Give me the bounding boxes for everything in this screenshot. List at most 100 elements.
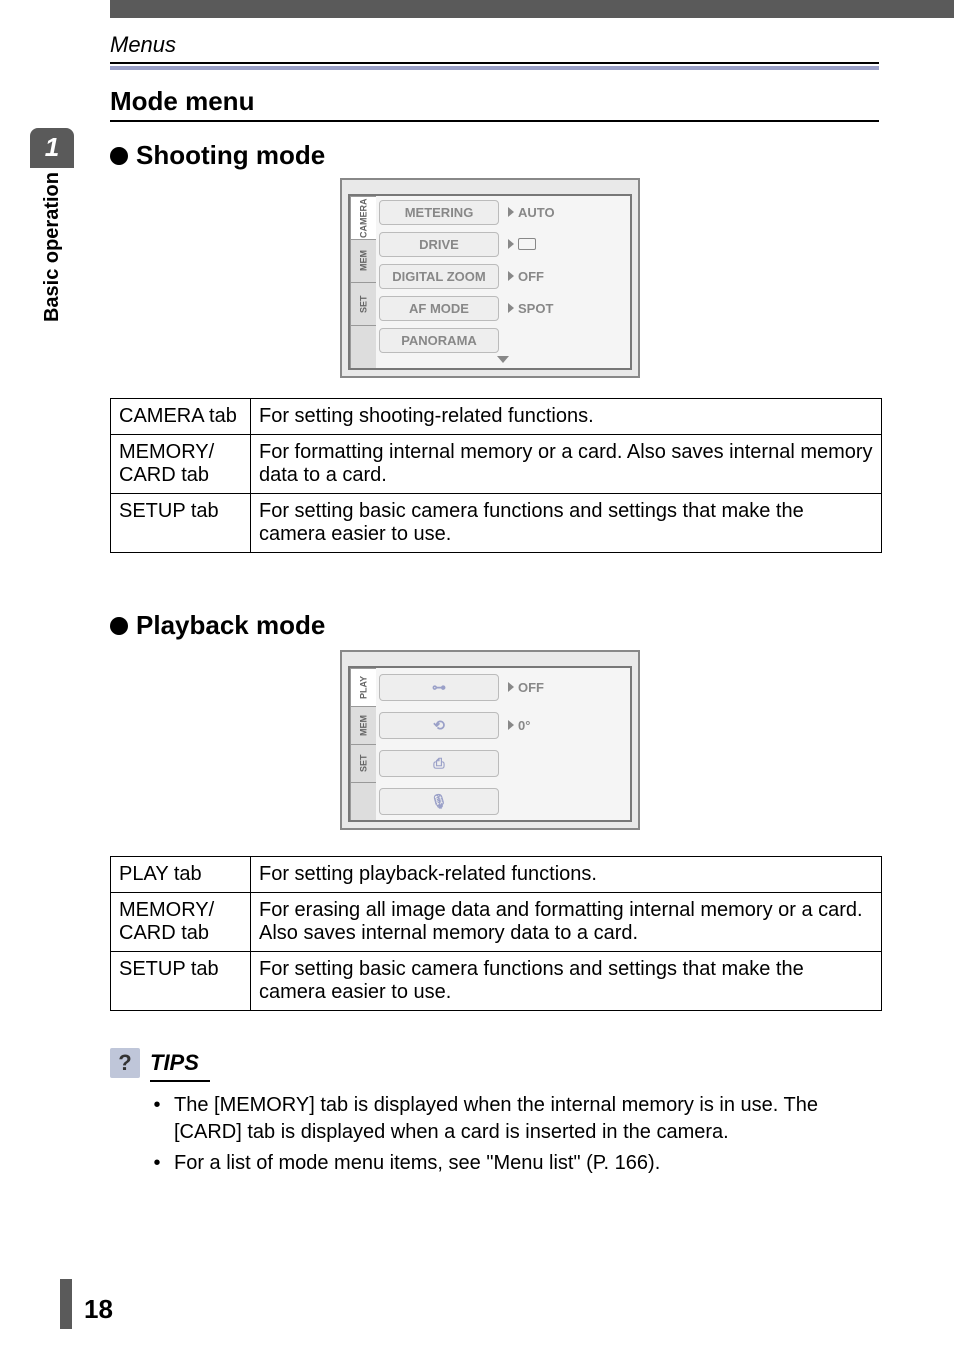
menu-row-af-mode: AF MODE SPOT (378, 292, 628, 324)
chevron-right-icon (508, 720, 514, 730)
playback-mode-rows: ⊶ OFF ⟲ 0° ⎙ 🎙 (376, 668, 630, 820)
page-title: Mode menu (110, 86, 254, 117)
table-desc: For setting shooting-related functions. (251, 399, 882, 435)
playback-mode-tabs: PLAY MEM SET (350, 668, 376, 820)
accent-bar (110, 66, 879, 70)
list-item-text: For a list of mode menu items, see "Menu… (174, 1150, 660, 1177)
table-row: SETUP tab For setting basic camera funct… (111, 494, 882, 553)
menu-row-voice: 🎙 (378, 782, 628, 820)
tips-heading: ? TIPS (110, 1048, 199, 1078)
shooting-tab-set: SET (350, 282, 376, 325)
table-key: MEMORY/ CARD tab (111, 893, 251, 952)
playback-mode-menu: PLAY MEM SET ⊶ OFF ⟲ 0° ⎙ 🎙 (340, 650, 640, 830)
scroll-down-indicator (378, 356, 628, 368)
menu-row-panorama: PANORAMA (378, 324, 628, 356)
heading-shooting-mode-text: Shooting mode (136, 140, 325, 171)
print-order-icon: ⎙ (433, 755, 444, 771)
section-header-rule (110, 62, 879, 64)
single-frame-icon (518, 238, 536, 250)
table-key: MEMORY/ CARD tab (111, 435, 251, 494)
protect-icon: ⊶ (432, 679, 446, 695)
page-number: 18 (84, 1294, 113, 1325)
table-desc: For setting basic camera functions and s… (251, 494, 882, 553)
heading-playback-mode: Playback mode (110, 610, 325, 641)
playback-tab-set: SET (350, 744, 376, 782)
table-desc: For setting basic camera functions and s… (251, 952, 882, 1011)
menu-value: 0° (500, 718, 628, 733)
menu-icon-label: ⊶ (379, 674, 499, 701)
playback-tab-mem: MEM (350, 706, 376, 744)
menu-icon-label: 🎙 (379, 788, 499, 815)
list-item: • For a list of mode menu items, see "Me… (150, 1150, 879, 1177)
menu-row-rotate: ⟲ 0° (378, 706, 628, 744)
top-bar (0, 0, 954, 18)
chevron-down-icon (497, 356, 509, 363)
menu-icon-label: ⎙ (379, 750, 499, 777)
menu-label: METERING (379, 200, 499, 225)
table-key: SETUP tab (111, 494, 251, 553)
bullet-icon (110, 617, 128, 635)
tips-underline (150, 1080, 210, 1082)
table-desc: For erasing all image data and formattin… (251, 893, 882, 952)
page-number-bar (60, 1279, 72, 1329)
list-item: • The [MEMORY] tab is displayed when the… (150, 1092, 879, 1146)
menu-label: DIGITAL ZOOM (379, 264, 499, 289)
playback-mode-table: PLAY tab For setting playback-related fu… (110, 856, 882, 1011)
chapter-side-tab: 1 Basic operation (30, 128, 74, 330)
top-bar-notch (0, 0, 110, 18)
menu-row-metering: METERING AUTO (378, 196, 628, 228)
menu-row-drive: DRIVE (378, 228, 628, 260)
menu-value: SPOT (500, 301, 628, 316)
bullet-icon (110, 147, 128, 165)
menu-row-protect: ⊶ OFF (378, 668, 628, 706)
table-row: CAMERA tab For setting shooting-related … (111, 399, 882, 435)
shooting-mode-table: CAMERA tab For setting shooting-related … (110, 398, 882, 553)
shooting-tab-camera: CAMERA (350, 196, 376, 239)
heading-playback-mode-text: Playback mode (136, 610, 325, 641)
shooting-mode-tabs: CAMERA MEM SET (350, 196, 376, 368)
shooting-tab-mem: MEM (350, 239, 376, 282)
table-row: MEMORY/ CARD tab For formatting internal… (111, 435, 882, 494)
menu-value (500, 238, 628, 250)
chevron-right-icon (508, 239, 514, 249)
table-key: CAMERA tab (111, 399, 251, 435)
chevron-right-icon (508, 303, 514, 313)
menu-value: AUTO (500, 205, 628, 220)
table-desc: For formatting internal memory or a card… (251, 435, 882, 494)
tips-label: TIPS (150, 1050, 199, 1076)
bullet-dot: • (150, 1150, 164, 1177)
playback-tab-blank (350, 782, 376, 820)
shooting-mode-rows: METERING AUTO DRIVE DIGITAL ZOOM OFF AF … (376, 196, 630, 368)
menu-label: DRIVE (379, 232, 499, 257)
table-desc: For setting playback-related functions. (251, 857, 882, 893)
menu-icon-label: ⟲ (379, 712, 499, 739)
table-row: MEMORY/ CARD tab For erasing all image d… (111, 893, 882, 952)
tips-list: • The [MEMORY] tab is displayed when the… (150, 1092, 879, 1181)
menu-label: PANORAMA (379, 328, 499, 353)
menu-row-print: ⎙ (378, 744, 628, 782)
playback-tab-play: PLAY (350, 668, 376, 706)
table-row: PLAY tab For setting playback-related fu… (111, 857, 882, 893)
table-row: SETUP tab For setting basic camera funct… (111, 952, 882, 1011)
menu-value: OFF (500, 680, 628, 695)
menu-label: AF MODE (379, 296, 499, 321)
chevron-right-icon (508, 207, 514, 217)
chevron-right-icon (508, 271, 514, 281)
shooting-mode-menu-inner: CAMERA MEM SET METERING AUTO DRIVE DIGIT… (348, 194, 632, 370)
table-key: PLAY tab (111, 857, 251, 893)
list-item-text: The [MEMORY] tab is displayed when the i… (174, 1092, 879, 1146)
shooting-mode-menu: CAMERA MEM SET METERING AUTO DRIVE DIGIT… (340, 178, 640, 378)
chapter-label: Basic operation (41, 168, 64, 330)
bullet-dot: • (150, 1092, 164, 1146)
menu-row-digital-zoom: DIGITAL ZOOM OFF (378, 260, 628, 292)
microphone-icon: 🎙 (430, 793, 448, 809)
shooting-tab-blank (350, 325, 376, 368)
chapter-number: 1 (30, 128, 74, 168)
menu-value: OFF (500, 269, 628, 284)
playback-mode-menu-inner: PLAY MEM SET ⊶ OFF ⟲ 0° ⎙ 🎙 (348, 666, 632, 822)
rotate-icon: ⟲ (433, 717, 445, 733)
chevron-right-icon (508, 682, 514, 692)
heading-shooting-mode: Shooting mode (110, 140, 325, 171)
page-title-rule (110, 120, 879, 122)
section-header: Menus (110, 32, 176, 58)
